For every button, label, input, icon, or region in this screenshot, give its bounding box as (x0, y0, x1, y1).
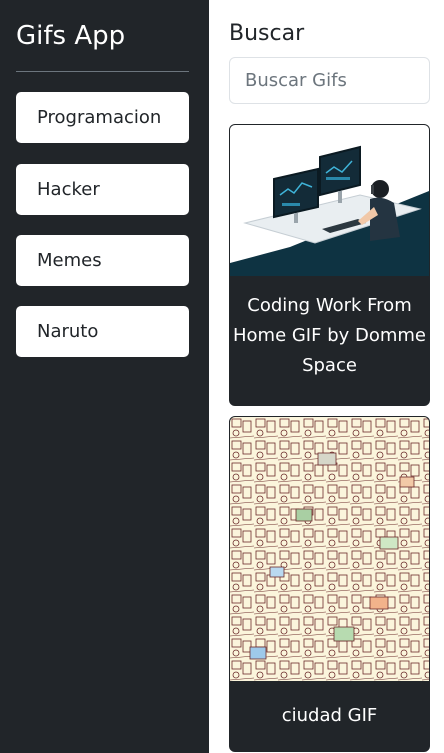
gif-image-ciudad (230, 417, 429, 681)
sidebar-item-programacion[interactable]: Programacion (16, 92, 189, 143)
gif-title: ciudad GIF (281, 705, 378, 726)
search-heading: Buscar (229, 21, 305, 46)
sidebar-item-naruto[interactable]: Naruto (16, 306, 189, 357)
sidebar-divider (16, 71, 189, 72)
app-root: Gifs App Programacion Hacker Memes Narut… (0, 0, 444, 753)
gif-card[interactable]: Coding Work From Home GIF by Domme Space (229, 124, 430, 406)
gif-card[interactable]: ciudad GIF (229, 416, 430, 752)
sidebar-item-memes[interactable]: Memes (16, 235, 189, 286)
gif-image-coding (230, 125, 429, 276)
sidebar-item-hacker[interactable]: Hacker (16, 164, 189, 215)
search-input[interactable] (229, 57, 430, 104)
sidebar: Gifs App Programacion Hacker Memes Narut… (0, 0, 209, 753)
main-content: Buscar Buscar Gifs Coding Work From Home… (209, 0, 444, 753)
app-title: Gifs App (16, 21, 126, 51)
gif-title: Coding Work From Home GIF by Domme Space (232, 295, 427, 376)
